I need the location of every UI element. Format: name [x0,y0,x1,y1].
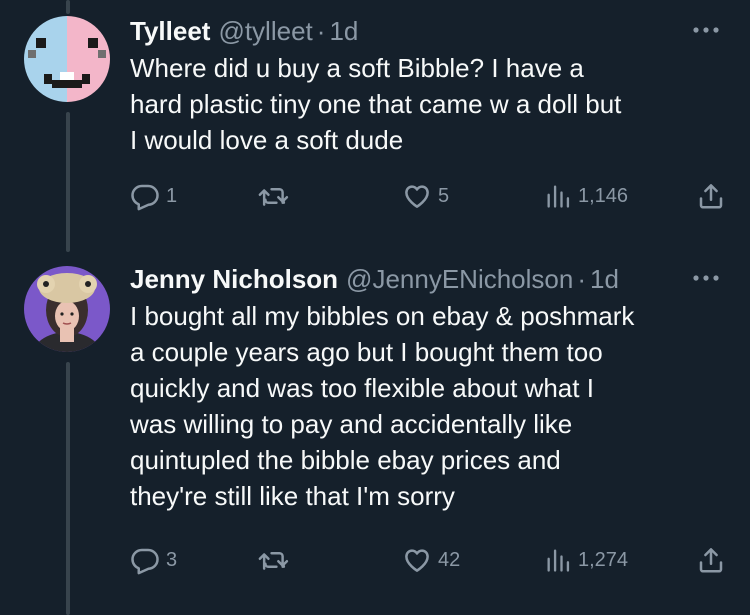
heart-icon [402,545,432,575]
view-count: 1,146 [578,184,629,207]
reply-button[interactable]: 1 [130,176,177,216]
timestamp[interactable]: 1d [590,262,619,296]
user-handle[interactable]: @JennyENicholson [346,262,573,296]
tweet-text: Where did u buy a soft Bibble? I have a … [130,53,622,155]
retweet-icon [258,181,290,211]
timestamp[interactable]: 1d [329,14,358,48]
tweet-tylleet[interactable]: Tylleet @tylleet · 1d Where did u buy a … [0,0,750,250]
retweet-button[interactable] [258,176,296,216]
tweet-jenny-nicholson[interactable]: Jenny Nicholson @JennyENicholson · 1d I … [0,250,750,615]
share-button[interactable] [696,540,726,580]
user-handle[interactable]: @tylleet [218,14,312,48]
like-button[interactable]: 5 [402,176,449,216]
more-icon[interactable] [690,268,722,288]
tweet-header: Jenny Nicholson @JennyENicholson · 1d [130,262,722,296]
separator-dot: · [316,16,326,46]
tweet-text: I bought all my bibbles on ebay & poshma… [130,301,635,511]
reply-button[interactable]: 3 [130,540,177,580]
retweet-button[interactable] [258,540,296,580]
action-bar: 1 5 1,146 [130,176,730,216]
display-name[interactable]: Tylleet [130,14,210,48]
views-button[interactable]: 1,274 [544,540,628,580]
reply-icon [130,545,160,575]
views-button[interactable]: 1,146 [544,176,628,216]
display-name[interactable]: Jenny Nicholson [130,262,338,296]
reply-count: 3 [166,548,178,571]
like-button[interactable]: 42 [402,540,460,580]
heart-icon [402,181,432,211]
reply-count: 1 [166,184,178,207]
share-button[interactable] [696,176,726,216]
like-count: 5 [438,184,450,207]
views-icon [544,181,572,211]
share-icon [696,181,726,211]
action-bar: 3 42 1,274 [130,540,730,580]
more-icon[interactable] [690,20,722,40]
view-count: 1,274 [578,548,629,571]
share-icon [696,545,726,575]
views-icon [544,545,572,575]
retweet-icon [258,545,290,575]
reply-icon [130,181,160,211]
avatar[interactable] [24,266,110,352]
avatar[interactable] [24,16,110,102]
like-count: 42 [438,548,461,571]
separator-dot: · [577,264,587,294]
tweet-header: Tylleet @tylleet · 1d [130,14,722,48]
